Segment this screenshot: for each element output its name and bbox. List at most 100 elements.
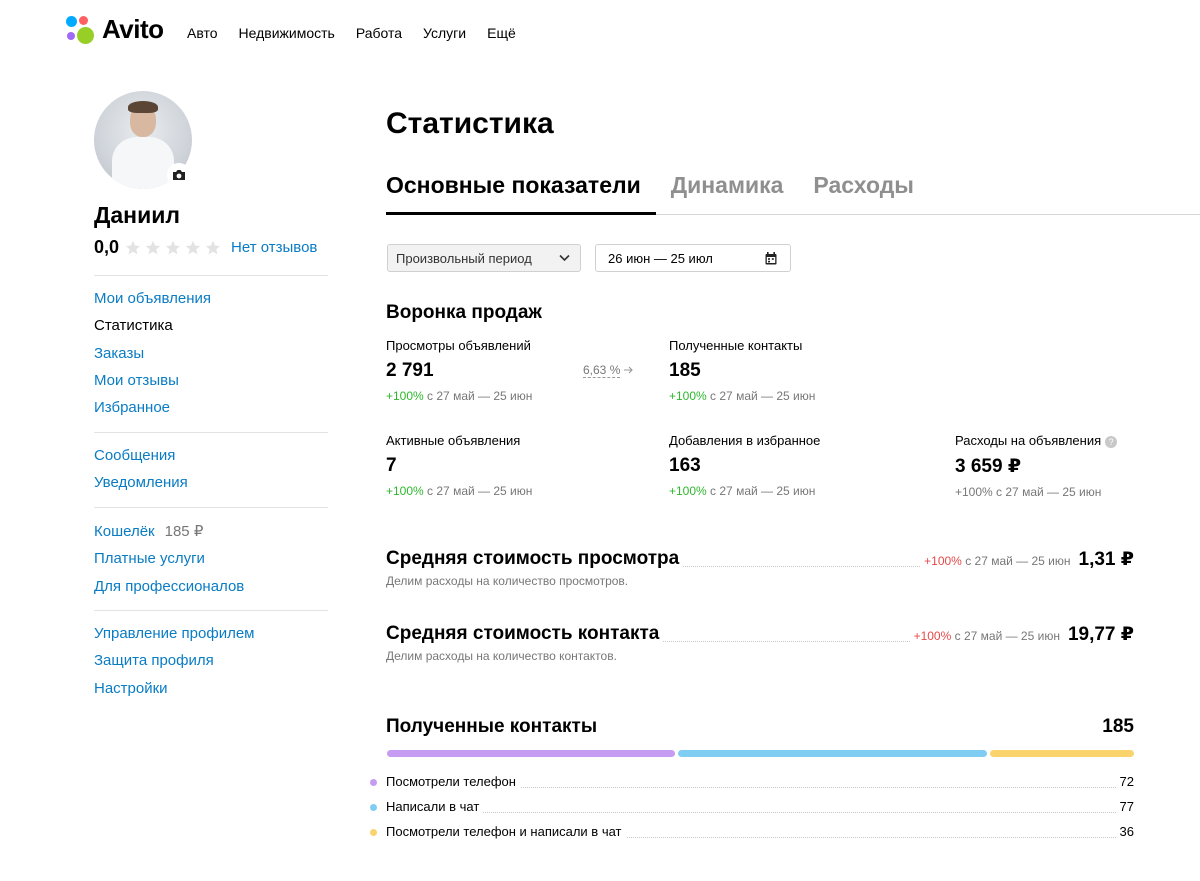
metric-value: 185 <box>669 360 701 381</box>
sidebar-item-settings[interactable]: Настройки <box>94 680 168 697</box>
legend-label: Посмотрели телефон <box>386 774 520 789</box>
metric-label: Активные объявления <box>386 433 521 448</box>
avg-cost-view-subtitle: Делим расходы на количество просмотров. <box>386 574 629 588</box>
avito-logo[interactable]: Avito <box>66 14 164 45</box>
metric-delta: +100% с 27 май — 25 июн <box>669 389 816 403</box>
metric-label: Расходы на объявления? <box>955 433 1118 448</box>
metric-delta: +100% с 27 май — 25 июн <box>955 485 1102 499</box>
legend-dot-icon <box>370 829 377 836</box>
metric-value: 7 <box>386 455 397 476</box>
legend-label: Посмотрели телефон и написали в чат <box>386 824 626 839</box>
sidebar-item-profile-management[interactable]: Управление профилем <box>94 625 255 642</box>
sidebar-divider <box>94 610 328 611</box>
sidebar-divider <box>94 432 328 433</box>
legend-value: 36 <box>1115 824 1134 839</box>
wallet-amount: 185 ₽ <box>164 523 204 540</box>
metric-favorites: Добавления в избранное 163 +100% с 27 ма… <box>669 433 820 498</box>
top-nav: Авто Недвижимость Работа Услуги Ещё <box>187 25 537 41</box>
calendar-icon[interactable] <box>765 252 777 265</box>
avg-cost-view-title: Средняя стоимость просмотра <box>386 548 684 570</box>
metric-value: 2 791 <box>386 360 434 381</box>
avg-cost-contact-value-group: +100% с 27 май — 25 июн 19,77 ₽ <box>909 623 1134 646</box>
legend-dot-icon <box>370 804 377 811</box>
date-range-input[interactable]: 26 июн — 25 июл <box>595 244 791 272</box>
tab-expenses[interactable]: Расходы <box>813 172 914 199</box>
rating-stars <box>125 240 221 256</box>
contacts-breakdown-total: 185 <box>1102 716 1134 737</box>
cost-delta: +100% с 27 май — 25 июн <box>924 554 1071 568</box>
wallet-label[interactable]: Кошелёк <box>94 523 155 540</box>
tab-main-metrics[interactable]: Основные показатели <box>386 172 641 199</box>
help-icon[interactable]: ? <box>1105 435 1118 448</box>
avg-cost-contact-row: Средняя стоимость контакта +100% с 27 ма… <box>386 623 1134 671</box>
metric-value: 163 <box>669 455 701 476</box>
star-icon <box>145 240 161 254</box>
metric-label: Добавления в избранное <box>669 433 821 448</box>
sidebar-item-notifications[interactable]: Уведомления <box>94 474 188 491</box>
date-range-value: 26 июн — 25 июл <box>608 250 713 266</box>
avg-cost-contact-title: Средняя стоимость контакта <box>386 623 664 645</box>
legend-value: 77 <box>1115 799 1134 814</box>
page-title: Статистика <box>386 107 554 140</box>
nav-item-auto[interactable]: Авто <box>187 25 218 41</box>
legend-value: 72 <box>1115 774 1134 789</box>
sidebar-item-for-professionals[interactable]: Для профессионалов <box>94 578 244 595</box>
sidebar-item-profile-protection[interactable]: Защита профиля <box>94 652 214 669</box>
sidebar-item-my-ads[interactable]: Мои объявления <box>94 290 211 307</box>
cost-delta: +100% с 27 май — 25 июн <box>913 629 1060 643</box>
legend-label: Написали в чат <box>386 799 484 814</box>
arrow-right-icon <box>623 366 633 374</box>
metric-label: Просмотры объявлений <box>386 338 531 353</box>
period-select-value: Произвольный период <box>396 250 532 266</box>
metric-delta: +100% с 27 май — 25 июн <box>386 389 533 403</box>
sidebar-item-favorites[interactable]: Избранное <box>94 399 170 416</box>
legend-row: Посмотрели телефон 72 <box>370 774 1134 792</box>
camera-icon[interactable] <box>167 163 191 187</box>
metric-delta: +100% с 27 май — 25 июн <box>669 484 816 498</box>
sidebar-item-paid-services[interactable]: Платные услуги <box>94 550 205 567</box>
nav-item-realty[interactable]: Недвижимость <box>239 25 335 41</box>
sidebar-item-my-reviews[interactable]: Мои отзывы <box>94 372 179 389</box>
metric-delta: +100% с 27 май — 25 июн <box>386 484 533 498</box>
tabs: Основные показатели Динамика Расходы <box>386 172 944 199</box>
legend-dot-icon <box>370 779 377 786</box>
profile-name: Даниил <box>94 202 180 228</box>
sidebar-item-messages[interactable]: Сообщения <box>94 447 175 464</box>
nav-item-jobs[interactable]: Работа <box>356 25 402 41</box>
metric-label: Полученные контакты <box>669 338 803 353</box>
rating-value: 0,0 <box>94 237 120 257</box>
tab-dynamics[interactable]: Динамика <box>671 172 784 199</box>
active-tab-indicator <box>386 212 656 215</box>
top-header: Avito Авто Недвижимость Работа Услуги Ещ… <box>0 0 1200 66</box>
avg-cost-contact-subtitle: Делим расходы на количество контактов. <box>386 649 617 663</box>
sidebar-item-statistics[interactable]: Статистика <box>94 317 173 334</box>
metric-contacts: Полученные контакты 185 +100% с 27 май —… <box>669 338 815 403</box>
avg-cost-view-value: 1,31 ₽ <box>1078 549 1134 570</box>
contacts-stacked-bar <box>387 750 1134 757</box>
contacts-bar-segment <box>989 750 1134 757</box>
logo-dots-icon <box>66 15 96 45</box>
metric-value: 3 659 ₽ <box>955 456 1022 477</box>
conversion-rate[interactable]: 6,63 % <box>583 363 634 378</box>
sidebar-divider <box>94 507 328 508</box>
reviews-link[interactable]: Нет отзывов <box>231 239 317 256</box>
avg-cost-view-value-group: +100% с 27 май — 25 июн 1,31 ₽ <box>920 548 1134 571</box>
sidebar-item-orders[interactable]: Заказы <box>94 345 144 362</box>
chevron-down-icon <box>559 254 570 262</box>
star-icon <box>165 240 181 254</box>
sidebar-divider <box>94 275 328 276</box>
contacts-bar-segment <box>678 750 987 757</box>
star-icon <box>125 240 141 254</box>
star-icon <box>205 240 221 254</box>
sidebar-item-wallet[interactable]: Кошелёк 185 ₽ <box>94 522 203 540</box>
metric-active-ads: Активные объявления 7 +100% с 27 май — 2… <box>386 433 532 498</box>
nav-item-more[interactable]: Ещё <box>487 25 516 41</box>
metric-views: Просмотры объявлений 2 791 +100% с 27 ма… <box>386 338 532 403</box>
legend-row: Написали в чат 77 <box>370 799 1134 817</box>
funnel-title: Воронка продаж <box>386 302 542 323</box>
rating: 0,0 Нет отзывов <box>94 237 317 258</box>
period-select[interactable]: Произвольный период <box>387 244 581 272</box>
nav-item-services[interactable]: Услуги <box>423 25 466 41</box>
contacts-bar-segment <box>387 750 676 757</box>
avg-cost-contact-value: 19,77 ₽ <box>1067 624 1134 645</box>
